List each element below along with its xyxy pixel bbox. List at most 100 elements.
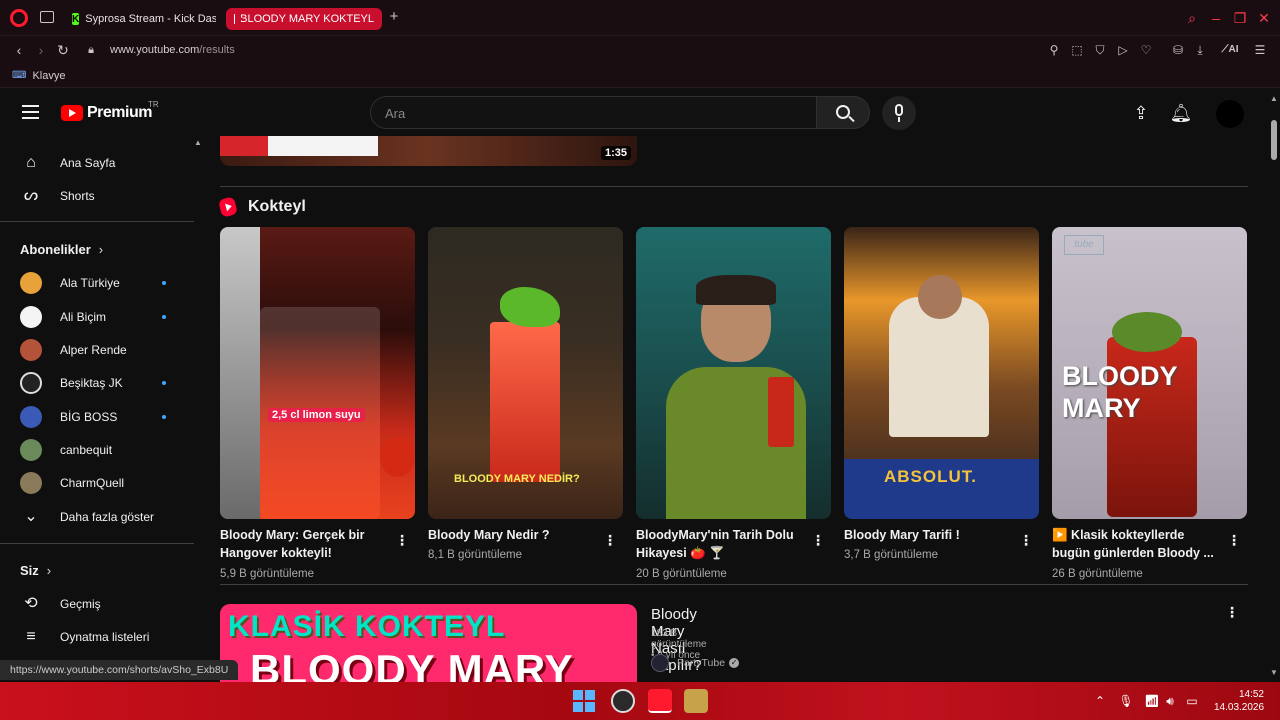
wifi-icon[interactable]: 📶︎: [1144, 692, 1160, 710]
search-input[interactable]: [385, 104, 805, 122]
opera-logo-icon[interactable]: [10, 9, 28, 27]
volume-icon[interactable]: 🔊︎: [1162, 692, 1178, 710]
short-title[interactable]: Bloody Mary Tarifi !: [844, 526, 1014, 544]
pin-icon[interactable]: ⚲: [1046, 41, 1062, 59]
search-button[interactable]: [816, 96, 870, 129]
heart-icon[interactable]: ♡: [1138, 41, 1154, 59]
more-options-icon[interactable]: ⋮: [395, 532, 409, 548]
channel-name: BİG BOSS: [60, 410, 118, 424]
sidebar-item-channel[interactable]: Ali Biçim: [0, 300, 194, 334]
channel-avatar: [20, 472, 42, 494]
shield-icon[interactable]: ⛉: [1092, 41, 1108, 59]
youtube-premium-logo[interactable]: Premium: [61, 104, 152, 122]
short-card[interactable]: ABSOLUT. Bloody Mary Tarifi ! 3,7 B görü…: [844, 227, 1039, 561]
obs-app-icon[interactable]: [611, 689, 635, 713]
search-tabs-icon[interactable]: ⌕: [1184, 10, 1200, 26]
url-field[interactable]: www.youtube.com/results: [110, 40, 235, 60]
channel-name: Beşiktaş JK: [60, 376, 123, 390]
video-thumbnail[interactable]: KLASİK KOKTEYL BLOODY MARY: [220, 604, 637, 682]
account-avatar[interactable]: [1216, 100, 1244, 128]
notifications-bell-icon[interactable]: 🔔︎: [1168, 100, 1194, 126]
more-options-icon[interactable]: ⋮: [603, 532, 617, 548]
minimize-button[interactable]: –: [1208, 10, 1224, 26]
tab-youtube[interactable]: BLOODY MARY KOKTEYL: [226, 8, 382, 30]
download-icon[interactable]: ⤓: [1192, 41, 1208, 59]
snapshot-icon[interactable]: ⬚: [1069, 41, 1085, 59]
search-box: [370, 96, 817, 129]
short-card[interactable]: tube BLOODY MARY ▶️ Klasik kokteyllerde …: [1052, 227, 1247, 580]
glass-graphic: [490, 322, 560, 482]
tab-islands-icon[interactable]: [40, 11, 54, 23]
short-card[interactable]: BLOODY MARY NEDİR? Bloody Mary Nedir ? 8…: [428, 227, 623, 561]
voice-search-button[interactable]: [882, 96, 916, 130]
more-options-icon[interactable]: ⋮: [1225, 604, 1239, 620]
short-title[interactable]: ▶️ Klasik kokteyllerde bugün günlerden B…: [1052, 526, 1222, 562]
close-window-button[interactable]: ✕: [1256, 10, 1272, 26]
bookmark-klavye[interactable]: ⌨ Klavye: [12, 68, 65, 84]
short-thumbnail[interactable]: ABSOLUT.: [844, 227, 1039, 519]
keyboard-bookmark-icon: ⌨: [12, 70, 27, 81]
page-scrollbar[interactable]: ▲ ▼: [1268, 90, 1280, 682]
celery-graphic: [500, 287, 560, 327]
sidebar-item-channel[interactable]: Beşiktaş JK: [0, 366, 194, 400]
short-title[interactable]: Bloody Mary: Gerçek bir Hangover kokteyl…: [220, 526, 390, 562]
send-icon[interactable]: ▷: [1115, 41, 1131, 59]
easy-setup-icon[interactable]: ☰: [1252, 41, 1268, 59]
section-divider: [220, 186, 1248, 187]
menu-icon[interactable]: [22, 105, 39, 119]
short-views: 8,1 B görüntüleme: [428, 549, 522, 561]
new-tab-button[interactable]: +: [387, 9, 401, 24]
search-icon: [836, 105, 850, 119]
sidebar-subscriptions-heading[interactable]: Abonelikler ›: [0, 232, 194, 266]
tray-expand-icon[interactable]: ⌃: [1092, 692, 1108, 710]
sidebar-item-show-more[interactable]: ⌄ Daha fazla göster: [0, 500, 194, 534]
video-channel[interactable]: PartyTube ✓: [651, 654, 740, 672]
short-thumbnail[interactable]: 2,5 cl limon suyu: [220, 227, 415, 519]
windows-start-icon[interactable]: [573, 690, 595, 712]
scroll-up-icon[interactable]: ▲: [1270, 94, 1278, 103]
you-label: Siz: [20, 562, 39, 578]
sidebar-you-heading[interactable]: Siz ›: [0, 553, 194, 587]
sidebar-item-channel[interactable]: BİG BOSS: [0, 400, 194, 434]
logo-tile: [585, 702, 595, 712]
short-thumbnail[interactable]: BLOODY MARY NEDİR?: [428, 227, 623, 519]
battery-icon[interactable]: ▭: [1184, 692, 1200, 710]
more-options-icon[interactable]: ⋮: [1227, 532, 1241, 548]
more-options-icon[interactable]: ⋮: [1019, 532, 1033, 548]
logo-tile: [573, 702, 583, 712]
short-thumbnail[interactable]: tube BLOODY MARY: [1052, 227, 1247, 519]
wallet-icon[interactable]: ⛁: [1170, 41, 1186, 59]
sidebar-item-channel[interactable]: canbequit: [0, 433, 194, 467]
aria-ai-button[interactable]: ⟋AI: [1216, 41, 1244, 59]
system-clock[interactable]: 14:52 14.03.2026: [1214, 688, 1264, 714]
more-options-icon[interactable]: ⋮: [811, 532, 825, 548]
maximize-button[interactable]: ❐: [1232, 10, 1248, 26]
scrollbar-thumb[interactable]: [1271, 120, 1277, 160]
sidebar-item-channel[interactable]: Alper Rende: [0, 333, 194, 367]
short-title[interactable]: Bloody Mary Nedir ?: [428, 526, 598, 544]
previous-video-thumbnail[interactable]: 1:35: [220, 136, 637, 166]
short-title[interactable]: BloodyMary'nin Tarih Dolu Hikayesi 🍅 🍸: [636, 526, 806, 562]
lock-icon[interactable]: 🔒︎: [82, 40, 100, 60]
sidebar-item-home[interactable]: ⌂ Ana Sayfa: [0, 146, 194, 180]
windows-taskbar: ⌃ 🎙︎ 📶︎ 🔊︎ ▭ 14:52 14.03.2026: [0, 682, 1280, 720]
scroll-down-icon[interactable]: ▼: [1270, 668, 1278, 677]
back-icon[interactable]: ‹: [10, 40, 28, 60]
sidebar-item-shorts[interactable]: ᔕ Shorts: [0, 179, 194, 213]
person-hair-graphic: [696, 275, 776, 305]
upload-icon[interactable]: ⇪: [1128, 100, 1154, 126]
sidebar-item-history[interactable]: ⟲ Geçmiş: [0, 587, 194, 621]
tab-label: BLOODY MARY KOKTEYL: [240, 13, 374, 25]
short-thumbnail[interactable]: [636, 227, 831, 519]
sidebar-item-channel[interactable]: CharmQuell: [0, 466, 194, 500]
microphone-tray-icon[interactable]: 🎙︎: [1118, 692, 1134, 710]
sidebar-item-channel[interactable]: Ala Türkiye: [0, 266, 194, 300]
league-app-icon[interactable]: [684, 689, 708, 713]
short-card[interactable]: BloodyMary'nin Tarih Dolu Hikayesi 🍅 🍸 2…: [636, 227, 831, 580]
tab-kick[interactable]: K Syprosa Stream - Kick Das: [64, 8, 216, 30]
forward-icon[interactable]: ›: [32, 40, 50, 60]
short-card[interactable]: 2,5 cl limon suyu Bloody Mary: Gerçek bi…: [220, 227, 415, 580]
reload-icon[interactable]: ↻: [54, 40, 72, 60]
opera-app-icon[interactable]: [648, 689, 672, 713]
sidebar-item-playlists[interactable]: ≡ Oynatma listeleri: [0, 620, 194, 654]
